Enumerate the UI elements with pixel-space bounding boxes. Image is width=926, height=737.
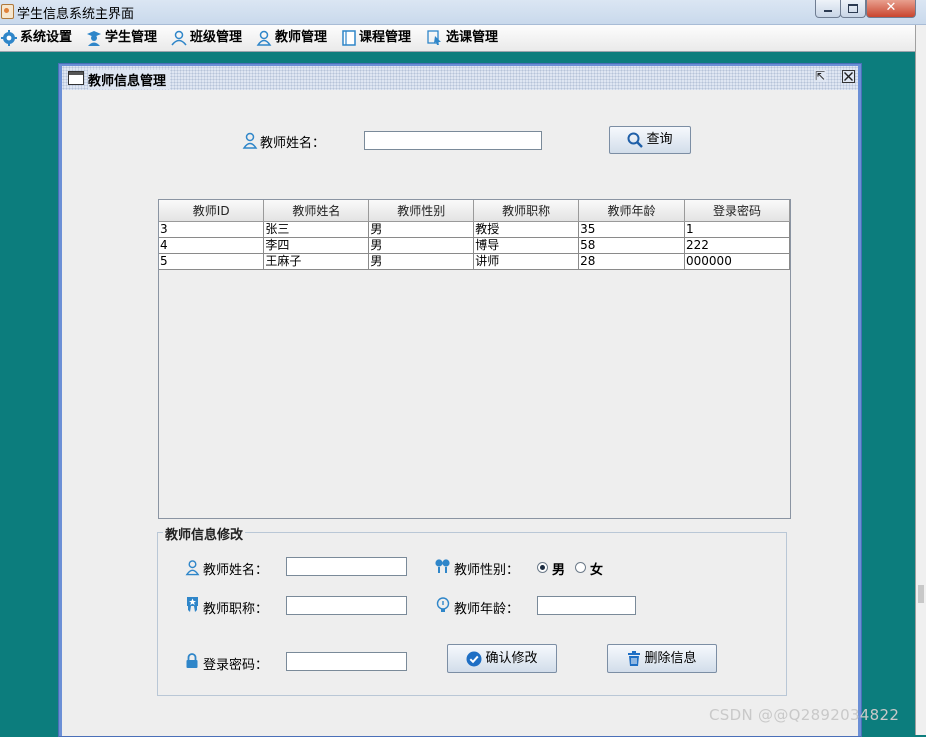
column-header[interactable]: 教师年龄	[578, 200, 686, 222]
table-cell[interactable]: 男	[368, 253, 475, 270]
table-cell[interactable]: 5	[159, 253, 265, 270]
scroll-knob[interactable]	[918, 585, 924, 603]
student-icon	[87, 30, 101, 46]
menu-label: 教师管理	[275, 30, 328, 45]
menu-course-selection[interactable]: 选课管理	[427, 28, 498, 48]
gender-male-label[interactable]: 男	[552, 559, 565, 578]
column-header[interactable]: 教师姓名	[263, 200, 370, 222]
frame-close-icon[interactable]	[842, 70, 855, 83]
table-cell[interactable]: 000000	[684, 253, 790, 270]
minimize-button[interactable]	[815, 0, 841, 18]
table-cell[interactable]: 58	[578, 237, 686, 254]
menu-label: 课程管理	[359, 30, 412, 45]
gender-female-label[interactable]: 女	[590, 559, 603, 578]
table-cell[interactable]: 男	[368, 221, 475, 238]
column-header[interactable]: 教师职称	[473, 200, 580, 222]
gender-icon	[435, 559, 450, 573]
desktop-scroll-strip	[915, 25, 926, 735]
lock-icon	[186, 653, 198, 668]
table-header-row: 教师ID 教师姓名 教师性别 教师职称 教师年龄 登录密码	[159, 200, 790, 222]
table-cell[interactable]: 222	[684, 237, 790, 254]
edit-gender-label: 教师性别：	[454, 563, 520, 578]
menu-class-management[interactable]: 班级管理	[171, 28, 242, 48]
menu-label: 班级管理	[190, 30, 243, 45]
menu-student-management[interactable]: 学生管理	[86, 28, 157, 48]
select-icon	[427, 29, 441, 45]
table-row[interactable]: 4 李四 男 博导 58 222	[159, 237, 790, 254]
java-app-icon	[1, 4, 14, 19]
table-cell[interactable]: 男	[368, 237, 475, 254]
teacher-table[interactable]: 教师ID 教师姓名 教师性别 教师职称 教师年龄 登录密码 3 张三 男 教授	[158, 199, 791, 519]
teacher-management-frame: 教师信息管理 ⇱ 教师姓名： 查询 教师ID 教师姓名 教师性别 教师职称 教师…	[58, 63, 862, 737]
gear-icon	[1, 29, 17, 46]
search-name-label: 教师姓名：	[260, 136, 326, 151]
teacher-icon	[256, 30, 272, 46]
table-cell[interactable]: 博导	[473, 237, 580, 254]
frame-titlebar[interactable]: 教师信息管理 ⇱	[62, 66, 858, 90]
book-icon	[342, 29, 356, 46]
table-cell[interactable]: 28	[578, 253, 686, 270]
table-cell[interactable]: 4	[159, 237, 265, 254]
class-icon	[171, 30, 187, 45]
table-cell[interactable]: 教授	[473, 221, 580, 238]
edit-title-input[interactable]	[286, 596, 407, 615]
search-name-input[interactable]	[364, 131, 542, 150]
age-icon	[436, 597, 450, 612]
maximize-button[interactable]	[840, 0, 866, 18]
search-icon	[627, 132, 644, 148]
search-button[interactable]: 查询	[609, 126, 691, 154]
table-cell[interactable]: 1	[684, 221, 790, 238]
frame-title: 教师信息管理	[88, 70, 171, 89]
restore-icon[interactable]: ⇱	[814, 70, 826, 82]
column-header[interactable]: 教师性别	[368, 200, 475, 222]
menu-teacher-management[interactable]: 教师管理	[256, 28, 327, 48]
table-cell[interactable]: 张三	[263, 221, 370, 238]
check-circle-icon	[466, 651, 482, 666]
frame-window-icon	[68, 71, 84, 85]
edit-password-label: 登录密码：	[203, 658, 269, 673]
trash-icon	[628, 650, 641, 666]
menu-course-management[interactable]: 课程管理	[342, 28, 411, 48]
close-icon: ✕	[885, 0, 897, 15]
table-cell[interactable]: 李四	[263, 237, 370, 254]
table-cell[interactable]: 王麻子	[263, 253, 370, 270]
delete-info-button[interactable]: 删除信息	[607, 644, 717, 673]
gender-female-radio[interactable]	[575, 562, 586, 573]
table-row[interactable]: 5 王麻子 男 讲师 28 000000	[159, 253, 790, 270]
teacher-icon	[242, 132, 258, 149]
window-titlebar: 学生信息系统主界面 ✕	[0, 0, 926, 25]
gender-male-radio[interactable]	[537, 562, 548, 573]
window-title: 学生信息系统主界面	[17, 7, 135, 22]
edit-name-input[interactable]	[286, 557, 407, 576]
edit-age-label: 教师年龄：	[454, 602, 520, 617]
menu-label: 系统设置	[20, 30, 73, 45]
edit-name-label: 教师姓名：	[203, 563, 269, 578]
frame-content: 教师姓名： 查询 教师ID 教师姓名 教师性别 教师职称 教师年龄 登录密码 3…	[62, 90, 858, 736]
confirm-edit-button[interactable]: 确认修改	[447, 644, 557, 673]
menubar: 系统设置 学生管理 班级管理 教师管理 课程管理 选课管理	[0, 25, 915, 52]
menu-label: 学生管理	[105, 30, 158, 45]
table-cell[interactable]: 讲师	[473, 253, 580, 270]
edit-age-input[interactable]	[537, 596, 636, 615]
column-header[interactable]: 教师ID	[159, 200, 265, 222]
table-cell[interactable]: 35	[578, 221, 686, 238]
csdn-watermark: CSDN @@Q2892034822	[709, 706, 900, 724]
menu-system-settings[interactable]: 系统设置	[1, 28, 72, 48]
column-header[interactable]: 登录密码	[684, 200, 790, 222]
edit-form-title: 教师信息修改	[163, 524, 246, 543]
award-icon	[187, 597, 198, 612]
table-row[interactable]: 3 张三 男 教授 35 1	[159, 221, 790, 238]
edit-title-label: 教师职称：	[203, 602, 269, 617]
edit-password-input[interactable]	[286, 652, 407, 671]
menu-label: 选课管理	[446, 30, 499, 45]
table-cell[interactable]: 3	[159, 221, 265, 238]
teacher-icon	[185, 560, 200, 576]
teacher-table-grid: 教师ID 教师姓名 教师性别 教师职称 教师年龄 登录密码 3 张三 男 教授	[159, 200, 790, 270]
close-window-button[interactable]: ✕	[866, 0, 916, 18]
